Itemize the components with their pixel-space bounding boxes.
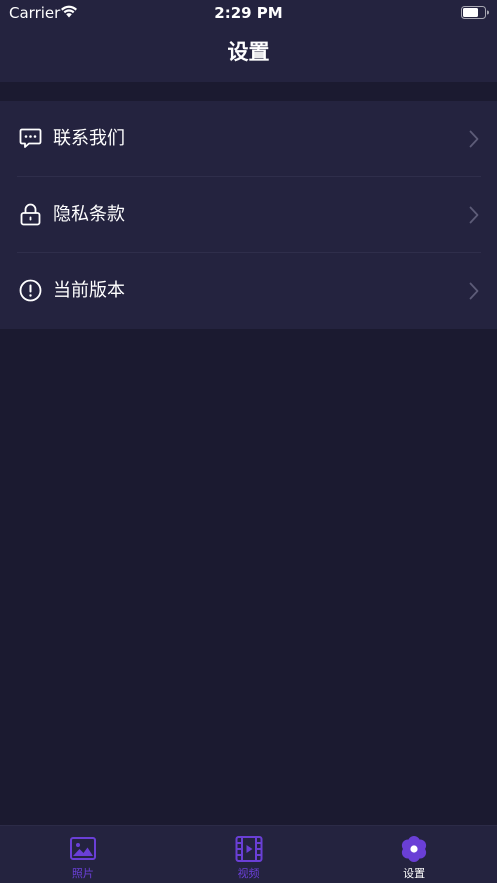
settings-item-label: 隐私条款	[53, 204, 125, 225]
info-icon	[19, 279, 42, 302]
status-time: 2:29 PM	[214, 4, 283, 22]
settings-list: 联系我们 隐私条款 当前版本	[0, 101, 497, 329]
status-bar: Carrier 2:29 PM	[0, 0, 497, 26]
tab-photos[interactable]: 照片	[0, 826, 166, 883]
battery-icon	[461, 6, 489, 19]
tab-settings[interactable]: 设置	[331, 826, 497, 883]
chevron-right-icon	[469, 130, 479, 148]
tab-label: 设置	[403, 867, 426, 880]
settings-item-privacy-policy[interactable]: 隐私条款	[0, 177, 497, 253]
tab-label: 视频	[237, 867, 260, 880]
lock-icon	[20, 203, 41, 226]
settings-item-current-version[interactable]: 当前版本	[0, 253, 497, 329]
screen: Carrier 2:29 PM 设置 联系我们 隐私条款 当前版本 照片 视频 …	[0, 0, 497, 883]
tab-videos[interactable]: 视频	[166, 826, 332, 883]
settings-item-label: 当前版本	[53, 280, 125, 301]
settings-item-label: 联系我们	[53, 128, 125, 149]
chevron-right-icon	[469, 282, 479, 300]
tab-bar: 照片 视频 设置	[0, 825, 497, 883]
message-icon	[19, 128, 42, 148]
settings-item-contact-us[interactable]: 联系我们	[0, 101, 497, 177]
chevron-right-icon	[469, 206, 479, 224]
tab-label: 照片	[71, 867, 94, 880]
page-title: 设置	[227, 40, 270, 64]
flower-settings-icon	[402, 836, 427, 862]
photo-icon	[69, 837, 96, 860]
film-icon	[235, 836, 262, 862]
navigation-bar: 设置	[0, 26, 497, 82]
